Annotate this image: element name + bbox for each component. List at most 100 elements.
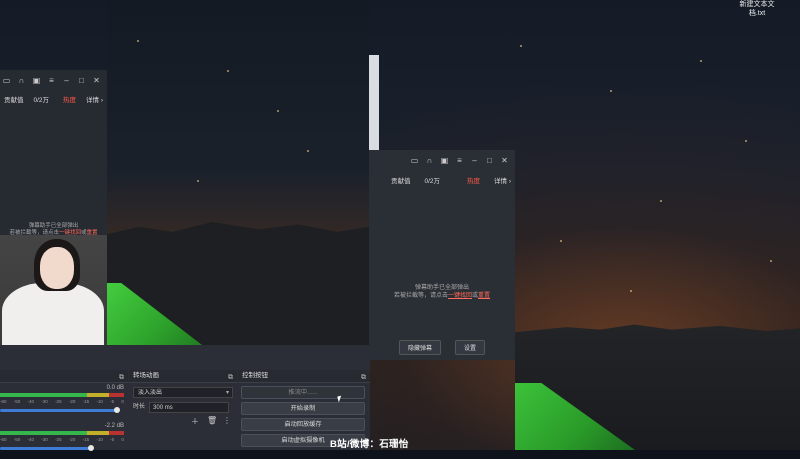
tick: -10 xyxy=(96,399,103,404)
audio-mixer-dock: ⧉ 0.0 dB -60 -50 -40 -30 -25 -20 -15 -10… xyxy=(0,370,128,451)
tick: -5 xyxy=(110,437,115,442)
tick: -40 xyxy=(27,437,35,442)
maximize-icon[interactable]: □ xyxy=(77,76,86,85)
tick: -15 xyxy=(82,399,90,404)
track1-ticks: -60 -50 -40 -30 -25 -20 -15 -10 -5 0 xyxy=(0,399,124,404)
tick: -20 xyxy=(68,437,76,442)
headset-icon[interactable]: ∩ xyxy=(425,156,434,165)
menu-icon[interactable]: ≡ xyxy=(455,156,464,165)
track1-meter xyxy=(0,393,124,397)
star xyxy=(610,90,612,92)
controls-title-bar: 控制按钮 ⧉ xyxy=(238,370,370,383)
minimize-icon[interactable]: – xyxy=(62,76,71,85)
tick: -50 xyxy=(13,399,21,404)
mixer-track-1: 0.0 dB -60 -50 -40 -30 -25 -20 -15 -10 -… xyxy=(0,383,128,421)
transition-selected: 淡入淡出 xyxy=(138,390,163,396)
star xyxy=(745,140,747,142)
tick: -30 xyxy=(41,437,48,442)
close-icon[interactable]: ✕ xyxy=(500,156,509,165)
detail-link[interactable]: 详情 › xyxy=(86,94,103,104)
contrib-label: 贡献值 xyxy=(391,178,411,185)
star xyxy=(770,260,772,262)
track2-meter xyxy=(0,431,124,435)
hot-label: 热度 xyxy=(467,178,481,185)
star xyxy=(227,70,229,72)
menu-icon[interactable]: ≡ xyxy=(47,76,56,85)
desktop-file-icon[interactable]: 新建文本文 档.txt xyxy=(722,0,792,18)
webcam-person-body xyxy=(2,283,104,345)
hint-pre: 若被拦截等，请点击 xyxy=(393,293,448,299)
track1-volume-slider[interactable] xyxy=(0,409,118,412)
chat-icon[interactable]: ▭ xyxy=(2,76,11,85)
danmaku-widget-right[interactable]: ▭ ∩ ▣ ≡ – □ ✕ 贡献值 0/2万 热度 详情 › 弹幕助手已全部弹出… xyxy=(369,150,515,360)
contrib-count: 0/2万 xyxy=(424,178,441,185)
float-dock-icon[interactable]: ⧉ xyxy=(361,372,366,384)
tick: -60 xyxy=(0,399,7,404)
replay-buffer-button[interactable]: 启动回放缓存 xyxy=(241,418,365,431)
controls-title: 控制按钮 xyxy=(242,372,268,379)
more-icon[interactable]: ⋮ xyxy=(223,416,231,425)
desktop-file-label-2: 档.txt xyxy=(748,10,766,17)
transitions-title-bar: 转场动画 ⧉ xyxy=(129,370,237,383)
webcam-person-face xyxy=(40,247,74,289)
chevron-down-icon: ▾ xyxy=(225,390,229,396)
contrib-label: 贡献值 xyxy=(4,97,24,104)
float-dock-icon[interactable]: ⧉ xyxy=(228,372,233,384)
streaming-button[interactable]: 推流中...... xyxy=(241,386,365,399)
start-recording-button[interactable]: 开始录制 xyxy=(241,402,365,415)
transition-select[interactable]: 淡入淡出 ▾ xyxy=(133,387,233,398)
star xyxy=(137,40,139,42)
widget-hint: 弹幕助手已全部弹出 若被拦截等，请点击一键找回或重置 xyxy=(369,284,515,300)
detail-link[interactable]: 详情 › xyxy=(494,175,511,185)
maximize-icon[interactable]: □ xyxy=(485,156,494,165)
star xyxy=(197,180,199,182)
hide-danmaku-button[interactable]: 隐藏弹幕 xyxy=(398,340,441,355)
duration-input[interactable]: 300 ms xyxy=(149,402,230,413)
add-icon[interactable]: ＋ xyxy=(191,416,199,427)
background-window-edge xyxy=(369,55,379,150)
contrib-count: 0/2万 xyxy=(33,97,50,104)
obs-preview[interactable] xyxy=(107,0,369,345)
mixer-track-2: -2.2 dB -60 -50 -40 -30 -25 -20 -15 -10 … xyxy=(0,421,128,459)
recover-link[interactable]: 一键找回 xyxy=(448,293,472,299)
widget-toolbar: ▭ ∩ ▣ ≡ – □ ✕ xyxy=(369,150,515,170)
widget-stats-row: 贡献值 0/2万 热度 详情 › xyxy=(0,90,107,108)
minimize-icon[interactable]: – xyxy=(470,156,479,165)
hot-label: 热度 xyxy=(63,97,77,104)
widget-stats-row: 贡献值 0/2万 热度 详情 › xyxy=(369,170,515,190)
tick: 0 xyxy=(121,399,124,404)
track2-volume-knob[interactable] xyxy=(88,445,94,451)
tick: -50 xyxy=(13,437,21,442)
track1-volume-knob[interactable] xyxy=(114,407,120,413)
widget-toolbar: ▭ ∩ ▣ ≡ – □ ✕ xyxy=(0,70,107,90)
trash-icon[interactable]: 🗑 xyxy=(207,416,217,425)
headset-icon[interactable]: ∩ xyxy=(17,76,26,85)
track1-db: 0.0 dB xyxy=(106,385,124,391)
track2-db: -2.2 dB xyxy=(104,423,124,429)
tick: -20 xyxy=(68,399,76,404)
transitions-title: 转场动画 xyxy=(133,372,159,379)
star xyxy=(560,240,562,242)
star xyxy=(630,290,632,292)
desktop-file-label-1: 新建文本文 xyxy=(739,1,775,8)
star xyxy=(520,45,522,47)
gift-icon[interactable]: ▣ xyxy=(440,156,449,165)
tick: -30 xyxy=(41,399,48,404)
chat-icon[interactable]: ▭ xyxy=(410,156,419,165)
star xyxy=(307,150,309,152)
webcam-overlay xyxy=(0,235,107,345)
tick: 0 xyxy=(121,437,124,442)
track2-ticks: -60 -50 -40 -30 -25 -20 -15 -10 -5 0 xyxy=(0,437,124,442)
star xyxy=(277,110,279,112)
star xyxy=(700,60,702,62)
close-icon[interactable]: ✕ xyxy=(92,76,101,85)
transitions-dock: 转场动画 ⧉ 淡入淡出 ▾ 时长 300 ms ＋ 🗑 ⋮ xyxy=(129,370,237,450)
tick: -10 xyxy=(96,437,103,442)
gift-icon[interactable]: ▣ xyxy=(32,76,41,85)
duration-row: 时长 300 ms xyxy=(133,402,230,413)
reset-link[interactable]: 重置 xyxy=(478,293,490,299)
tick: -25 xyxy=(55,437,62,442)
settings-button[interactable]: 设置 xyxy=(455,340,486,355)
tick: -40 xyxy=(27,399,35,404)
video-caption: B站/微博：石珊怡 xyxy=(330,439,409,450)
